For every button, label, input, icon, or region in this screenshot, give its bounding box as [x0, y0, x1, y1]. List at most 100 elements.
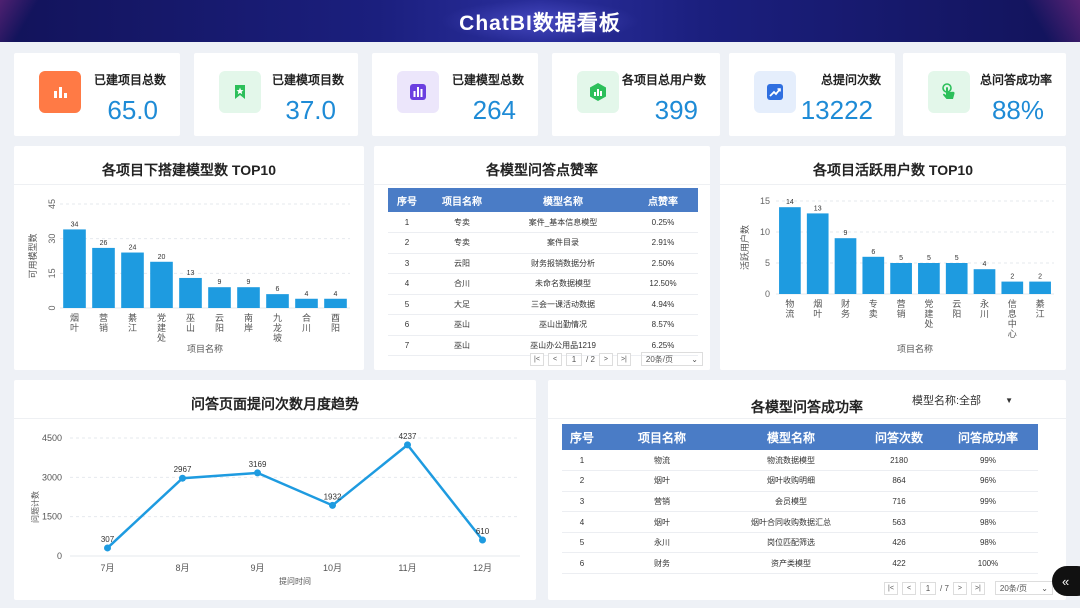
page-size-select[interactable]: 20条/页 ⌄	[640, 352, 703, 366]
kpi-value: 264	[472, 95, 516, 125]
x-tick-label: 卖	[869, 309, 878, 319]
kpi-card-questions: 总提问次数 13222	[729, 53, 895, 136]
cell: 烟叶	[602, 511, 722, 533]
cell: 5	[562, 532, 602, 554]
page-size-select[interactable]: 20条/页 ⌄	[994, 581, 1053, 595]
cell: 99%	[938, 450, 1038, 472]
column-header[interactable]: 点赞率	[628, 188, 698, 212]
cell: 巫山	[426, 314, 498, 336]
bar	[806, 213, 829, 294]
x-tick-label: 建	[157, 322, 166, 333]
kpi-label: 已建项目总数	[93, 73, 166, 87]
x-tick-label: 处	[924, 318, 933, 329]
table-row[interactable]: 2 专卖 案件目录 2.91%	[388, 232, 698, 254]
kpi-card-users: 各项目总用户数 399	[552, 53, 720, 136]
cell: 营销	[602, 491, 722, 513]
cell: 烟叶合同收购数据汇总	[722, 511, 860, 533]
cell: 426	[860, 532, 938, 554]
x-tick-label: 合	[302, 312, 311, 323]
column-header[interactable]: 模型名称	[498, 188, 628, 212]
first-page-button[interactable]: |<	[530, 352, 544, 366]
table-row[interactable]: 1 专卖 案件_基本信息模型 0.25%	[388, 212, 698, 233]
data-label: 9	[218, 279, 222, 286]
x-tick-label: 党	[157, 312, 166, 323]
cell: 2.91%	[628, 232, 698, 254]
kpi-label: 已建模项目数	[271, 73, 344, 87]
x-tick-label: 南	[244, 312, 253, 323]
bar	[121, 252, 144, 308]
data-label: 5	[927, 255, 931, 262]
success-rate-table: 序号 项目名称 模型名称 问答次数 问答成功率 1 物流 物流数据模型 2180 99%…	[562, 424, 1038, 575]
kpi-label: 已建模型总数	[451, 73, 524, 87]
panel-active-users-top10: 各项目活跃用户数 TOP10 0 5 10 15 14 物流 13 烟叶 9 财务 6 专卖 5 营销 5 党…	[720, 146, 1066, 370]
kpi-card-models: 已建模型总数 264	[372, 53, 538, 136]
cell: 96%	[938, 470, 1038, 492]
page-number-input[interactable]: 1	[920, 581, 936, 595]
first-page-button[interactable]: |<	[884, 581, 898, 595]
table-row[interactable]: 6 巫山 巫山出勤情况 8.57%	[388, 314, 698, 336]
model-top10-chart: 0 15 30 45 34 烟叶 26 营销 24 綦江 20 党建处 13 巫山 9 云阳 9 南岸 6 九龙坡 4 合…	[27, 199, 350, 354]
data-point	[254, 469, 261, 477]
data-point	[329, 501, 336, 509]
cell: 3	[388, 253, 426, 274]
last-page-button[interactable]: >|	[616, 352, 631, 366]
y-tick-label: 4500	[42, 433, 62, 443]
x-tick-label: 10月	[323, 563, 342, 573]
bar	[862, 256, 885, 294]
table-row[interactable]: 1 物流 物流数据模型 2180 99%	[562, 450, 1038, 472]
column-header[interactable]: 序号	[562, 424, 602, 450]
table-row[interactable]: 6 财务 资产类模型 422 100%	[562, 552, 1038, 575]
data-label: 26	[100, 240, 108, 247]
question-trend-chart: 0 1500 3000 4500 307 7月 2967 8月 3169 9月 1932 10月 423…	[30, 432, 520, 586]
bar	[208, 287, 231, 308]
column-header[interactable]: 项目名称	[602, 424, 722, 450]
table-row[interactable]: 4 烟叶 烟叶合同收购数据汇总 563 98%	[562, 511, 1038, 533]
column-header[interactable]: 问答次数	[860, 424, 938, 450]
x-axis-label: 项目名称	[897, 343, 933, 354]
collapse-toggle-button[interactable]: «	[1052, 566, 1080, 596]
cell: 4.94%	[628, 294, 698, 315]
table-row[interactable]: 5 大足 三会一课活动数据 4.94%	[388, 294, 698, 315]
bar	[945, 263, 968, 294]
model-name-filter[interactable]: 模型名称:全部 ▼	[912, 392, 1013, 408]
x-tick-label: 云	[215, 313, 224, 323]
x-tick-label: 永	[980, 298, 989, 309]
column-header[interactable]: 项目名称	[426, 188, 498, 212]
kpi-value: 88%	[991, 95, 1044, 125]
cell: 2.50%	[628, 253, 698, 274]
column-header[interactable]: 序号	[388, 188, 426, 212]
y-axis-label: 可用模型数	[27, 233, 38, 278]
x-tick-label: 阳	[952, 309, 961, 319]
bar	[266, 294, 289, 308]
table-row[interactable]: 4 合川 未命名数据模型 12.50%	[388, 273, 698, 295]
table-row[interactable]: 3 营销 会员模型 716 99%	[562, 491, 1038, 513]
table-row[interactable]: 3 云阳 财务报销数据分析 2.50%	[388, 253, 698, 274]
x-tick-label: 綦	[1036, 298, 1045, 309]
panel-like-rate: 各模型问答点赞率 序号 项目名称 模型名称 点赞率 1 专卖 案件_基本信息模型 0.…	[374, 146, 710, 370]
table-row[interactable]: 5 永川 岗位匹配筛选 426 98%	[562, 532, 1038, 554]
hexagon-chart-icon	[577, 71, 619, 113]
next-page-button[interactable]: >	[598, 352, 613, 366]
x-tick-label: 11月	[398, 563, 416, 573]
prev-page-button[interactable]: <	[902, 581, 916, 595]
last-page-button[interactable]: >|	[970, 581, 985, 595]
column-header[interactable]: 模型名称	[722, 424, 860, 450]
bar	[834, 238, 857, 294]
panel-success-rate: 各模型问答成功率 模型名称:全部 ▼ 序号 项目名称 模型名称 问答次数 问答成…	[548, 380, 1066, 600]
next-page-button[interactable]: >	[952, 581, 967, 595]
prev-page-button[interactable]: <	[548, 352, 562, 366]
x-tick-label: 江	[1036, 309, 1045, 319]
x-tick-label: 坡	[273, 332, 282, 343]
data-label: 4	[983, 261, 987, 268]
page-number-input[interactable]: 1	[566, 352, 582, 366]
bar	[973, 269, 996, 294]
table-row[interactable]: 2 烟叶 烟叶收购明细 864 96%	[562, 470, 1038, 492]
data-label: 2	[1010, 274, 1014, 281]
cell: 合川	[426, 273, 498, 295]
y-tick-label: 30	[47, 234, 57, 244]
data-label: 5	[955, 255, 959, 262]
cell: 2	[388, 232, 426, 254]
column-header[interactable]: 问答成功率	[938, 424, 1038, 450]
y-tick-label: 1500	[42, 512, 62, 522]
x-tick-label: 销	[99, 322, 108, 333]
